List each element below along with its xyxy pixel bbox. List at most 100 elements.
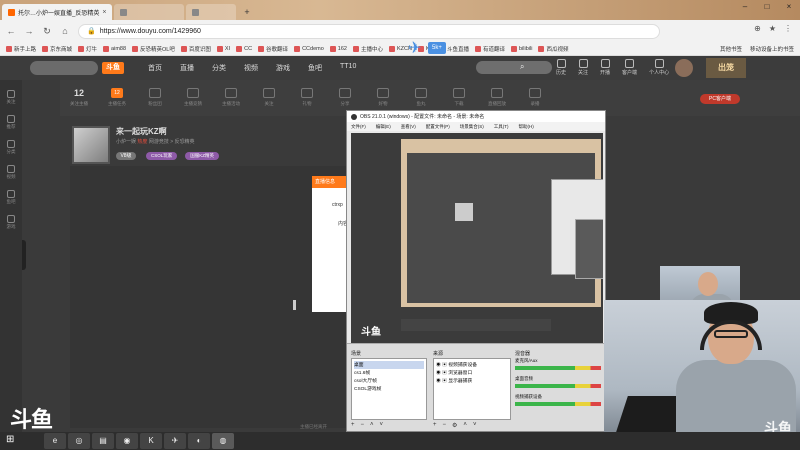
bookmark-item[interactable]: 反恐精英OL吧 [132, 45, 175, 53]
taskbar-app-icon[interactable]: ◉ [116, 433, 138, 449]
toolbar-item[interactable]: 粉丝团 [136, 88, 174, 107]
move-up-icon[interactable]: ˄ [463, 422, 467, 429]
toolbar-item[interactable]: 关注 [250, 88, 288, 107]
header-icon-item[interactable]: 客户端 [622, 59, 637, 76]
volume-meter[interactable] [515, 366, 601, 370]
obs-menu-item[interactable]: 场景集合(S) [460, 124, 484, 130]
nav-link[interactable]: 鱼吧 [308, 63, 322, 73]
bookmark-item[interactable]: CCdemo [294, 45, 324, 52]
streamer-avatar[interactable] [72, 126, 110, 164]
move-down-icon[interactable]: ˅ [473, 422, 477, 429]
toolbar-item[interactable]: 鱼丸 [402, 88, 440, 107]
toolbar-item[interactable]: 下载 [440, 88, 478, 107]
bookmark-folder[interactable]: 其他书签 [720, 45, 742, 53]
header-icon-item[interactable]: 关注 [578, 59, 588, 76]
nav-link[interactable]: 首页 [148, 63, 162, 73]
move-up-icon[interactable]: ˄ [370, 422, 374, 428]
taskbar-app-icon[interactable]: ✈ [164, 433, 186, 449]
source-item[interactable]: ◉ ▣ 浏览器窗口 [436, 369, 508, 377]
nav-link[interactable]: 游戏 [276, 63, 290, 73]
sidebar-item[interactable]: 推荐 [7, 115, 16, 130]
toolbar-item[interactable]: 主播竞猜 [174, 88, 212, 107]
room-category[interactable]: 网游竞技 > 反恐精英 [149, 139, 195, 145]
source-item[interactable]: ◉ ▣ 显示器捕获 [436, 377, 508, 385]
bookmark-item[interactable]: XI [216, 45, 230, 52]
scene-item[interactable]: csol大厅帧 [354, 377, 424, 385]
translate-icon[interactable]: ⊕ [754, 24, 761, 33]
douyu-fish-logo[interactable]: 斗鱼 [102, 62, 124, 74]
add-icon[interactable]: + [351, 422, 355, 428]
room-tag[interactable]: 国服KZ精英 [185, 152, 220, 160]
bookmark-item[interactable]: 有道翻译 [475, 45, 505, 53]
user-avatar[interactable] [675, 59, 693, 77]
remove-icon[interactable]: − [361, 422, 365, 428]
maximize-icon[interactable]: □ [756, 0, 778, 14]
nav-link[interactable]: 分类 [212, 63, 226, 73]
reload-icon[interactable]: ↻ [42, 26, 52, 37]
obs-preview[interactable]: 斗鱼 [351, 133, 603, 343]
minimize-icon[interactable]: – [734, 0, 756, 14]
sidebar-toggle[interactable] [22, 240, 26, 270]
taskbar-app-icon[interactable]: ◎ [68, 433, 90, 449]
bookmark-item[interactable]: 百度识图 [180, 45, 211, 53]
start-icon[interactable]: ⊞ [6, 434, 14, 445]
obs-menu-item[interactable]: 文件(F) [351, 124, 366, 130]
source-item[interactable]: ◉ ▣ 视频捕获设备 [436, 361, 508, 369]
toolbar-item[interactable]: 好物 [364, 88, 402, 107]
menu-icon[interactable]: ⋮ [784, 24, 792, 33]
scene-item[interactable]: CSOL游戏帧 [354, 385, 424, 393]
obs-menu-item[interactable]: 编辑(E) [376, 124, 391, 130]
header-icon-item[interactable]: 开播 [600, 59, 610, 76]
bookmark-item[interactable]: 京东商城 [42, 45, 72, 53]
scene-item[interactable]: 桌面 [354, 361, 424, 369]
sidebar-item[interactable]: 分类 [7, 140, 16, 155]
streamer-name[interactable]: 小炉一娱 [116, 139, 136, 145]
remove-icon[interactable]: − [443, 422, 447, 429]
browser-tab[interactable] [114, 4, 184, 20]
bookmark-item[interactable]: aim88 [103, 45, 126, 52]
close-window-icon[interactable]: × [778, 0, 800, 14]
add-icon[interactable]: + [433, 422, 437, 429]
nav-link[interactable]: 视频 [244, 63, 258, 73]
obs-menu-item[interactable]: 工具(T) [494, 124, 509, 130]
nav-link[interactable]: 直播 [180, 63, 194, 73]
home-icon[interactable]: ⌂ [60, 26, 70, 36]
float-badge[interactable]: 5k+ [428, 42, 446, 54]
taskbar-app-icon[interactable]: ◐ [188, 433, 210, 449]
back-icon[interactable]: ← [6, 26, 16, 36]
pc-client-button[interactable]: PC客户端 [700, 94, 740, 104]
taskbar-app-icon[interactable]: e [44, 433, 66, 449]
search-input[interactable] [476, 61, 552, 74]
star-icon[interactable]: ★ [769, 24, 776, 33]
toolbar-item[interactable]: 主播活动 [212, 88, 250, 107]
toolbar-item[interactable]: 礼物 [288, 88, 326, 107]
header-icon-item[interactable]: 历史 [556, 59, 566, 76]
bookmark-folder[interactable]: 移动设备上的书签 [750, 45, 794, 53]
bookmark-item[interactable]: 162 [329, 45, 347, 52]
scene-item[interactable]: cs1.6帧 [354, 369, 424, 377]
sidebar-item[interactable]: 关注 [7, 90, 16, 105]
toolbar-badge-item[interactable]: 12 主播任务 [98, 88, 136, 107]
header-icon-item[interactable]: 个人中心 [649, 59, 669, 76]
room-tag[interactable]: CSOL玩家 [146, 152, 178, 160]
bookmark-item[interactable]: 新手上路 [6, 45, 36, 53]
obs-menu-item[interactable]: 查看(V) [401, 124, 416, 130]
volume-meter[interactable] [515, 384, 601, 388]
settings-icon[interactable]: ⚙ [452, 422, 457, 429]
volume-meter[interactable] [515, 402, 601, 406]
new-tab-button[interactable]: + [240, 6, 254, 20]
douyu-logo[interactable] [30, 61, 98, 75]
search-icon[interactable]: ⌕ [520, 62, 530, 72]
bookmark-item[interactable]: CC [236, 45, 252, 52]
browser-tab[interactable] [186, 4, 236, 20]
obs-menu-item[interactable]: 配置文件(P) [426, 124, 450, 130]
toolbar-item[interactable]: 直播回放 [478, 88, 516, 107]
move-down-icon[interactable]: ˅ [380, 422, 384, 428]
taskbar-app-icon[interactable]: ◍ [212, 433, 234, 449]
sidebar-item[interactable]: 游戏 [7, 215, 16, 230]
close-icon[interactable]: × [102, 9, 106, 16]
bookmark-item[interactable]: 灯牛 [78, 45, 97, 53]
game-banner[interactable]: 出笼 [706, 58, 746, 78]
nav-link[interactable]: TT10 [340, 63, 356, 73]
bookmark-item[interactable]: 谷歌翻译 [258, 45, 288, 53]
